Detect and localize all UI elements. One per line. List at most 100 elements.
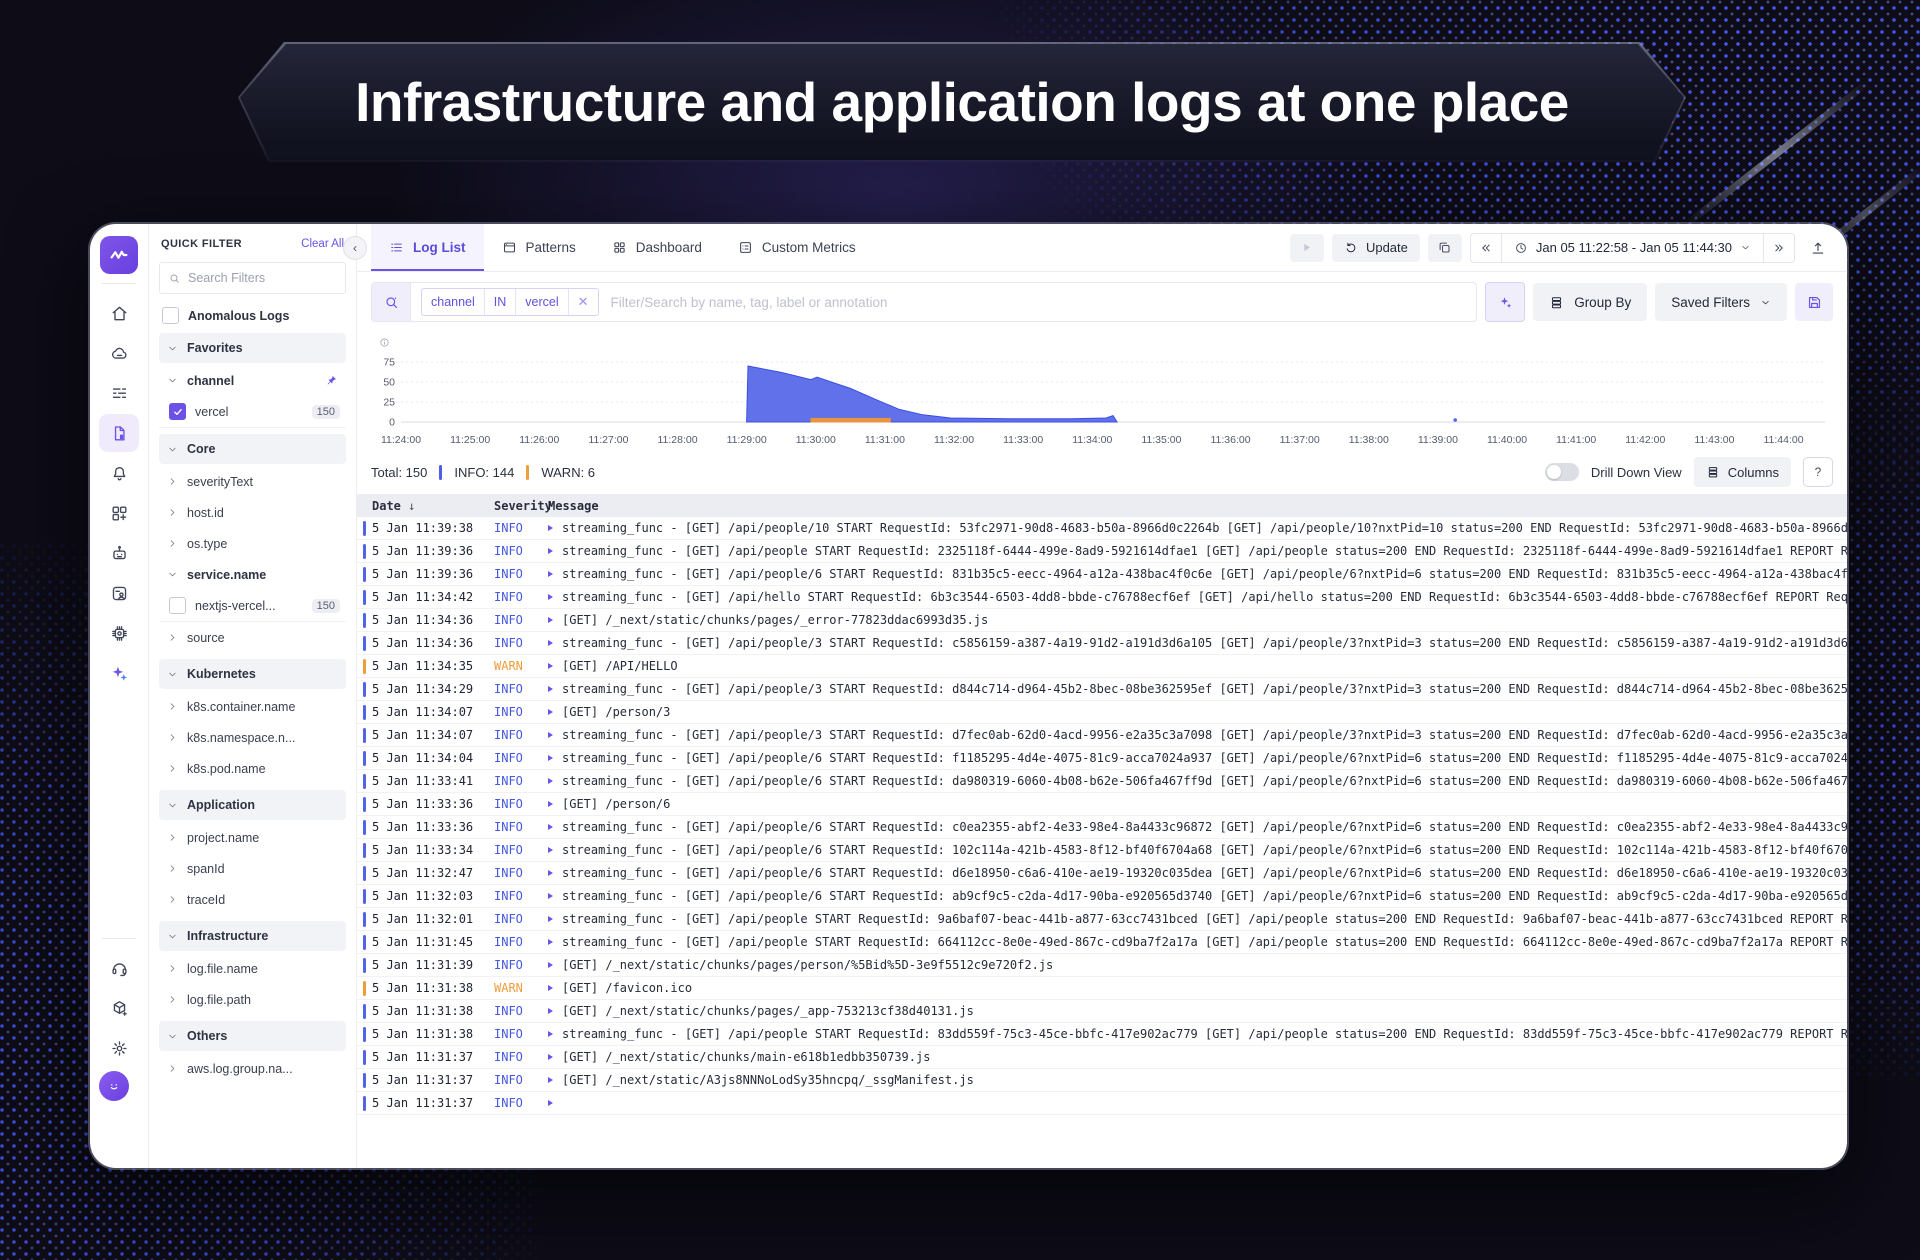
expand-row-icon[interactable] <box>548 824 562 830</box>
expand-row-icon[interactable] <box>548 1077 562 1083</box>
table-row[interactable]: 5 Jan 11:34:29INFOstreaming_func - [GET]… <box>357 678 1847 701</box>
value-checkbox[interactable] <box>169 403 186 420</box>
expand-row-icon[interactable] <box>548 916 562 922</box>
expand-row-icon[interactable] <box>548 1054 562 1060</box>
table-row[interactable]: 5 Jan 11:33:34INFOstreaming_func - [GET]… <box>357 839 1847 862</box>
filter-value-nextjs-vercel-[interactable]: nextjs-vercel...150 <box>159 590 346 622</box>
filter-field-spanid[interactable]: spanId <box>159 853 346 884</box>
expand-row-icon[interactable] <box>548 778 562 784</box>
filter-field-os-type[interactable]: os.type <box>159 528 346 559</box>
filter-field-log-file-name[interactable]: log.file.name <box>159 953 346 984</box>
expand-row-icon[interactable] <box>548 571 562 577</box>
table-row[interactable]: 5 Jan 11:34:36INFO[GET] /_next/static/ch… <box>357 609 1847 632</box>
drill-down-toggle[interactable] <box>1545 463 1579 481</box>
app-logo[interactable] <box>100 236 138 274</box>
update-button[interactable]: Update <box>1332 234 1420 262</box>
ai-sparkle-icon[interactable] <box>99 654 139 692</box>
group-by-button[interactable]: Group By <box>1533 283 1647 321</box>
package-icon[interactable] <box>99 989 139 1027</box>
filter-field-severitytext[interactable]: severityText <box>159 466 346 497</box>
table-row[interactable]: 5 Jan 11:39:38INFOstreaming_func - [GET]… <box>357 517 1847 540</box>
filter-field-traceid[interactable]: traceId <box>159 884 346 915</box>
expand-row-icon[interactable] <box>548 594 562 600</box>
filter-chip-key[interactable]: channel <box>422 289 484 315</box>
filter-field-k8s-container-name[interactable]: k8s.container.name <box>159 691 346 722</box>
expand-row-icon[interactable] <box>548 640 562 646</box>
table-row[interactable]: 5 Jan 11:33:36INFO[GET] /person/6 <box>357 793 1847 816</box>
filter-field-k8s-namespace-n-[interactable]: k8s.namespace.n... <box>159 722 346 753</box>
severity-column-header[interactable]: Severity <box>494 499 548 513</box>
tab-patterns[interactable]: Patterns <box>484 224 594 271</box>
filter-field-host-id[interactable]: host.id <box>159 497 346 528</box>
expand-row-icon[interactable] <box>548 870 562 876</box>
filter-field-k8s-pod-name[interactable]: k8s.pod.name <box>159 753 346 784</box>
table-row[interactable]: 5 Jan 11:31:38INFOstreaming_func - [GET]… <box>357 1023 1847 1046</box>
table-row[interactable]: 5 Jan 11:31:37INFO[GET] /_next/static/ch… <box>357 1046 1847 1069</box>
expand-row-icon[interactable] <box>548 985 562 991</box>
export-button[interactable] <box>1803 234 1833 262</box>
clear-all-link[interactable]: Clear All <box>301 238 344 250</box>
time-range-picker[interactable]: Jan 05 11:22:58 - Jan 05 11:44:30 <box>1501 234 1764 262</box>
help-button[interactable]: ? <box>1803 457 1833 487</box>
home-icon[interactable] <box>99 294 139 332</box>
alerts-icon[interactable] <box>99 454 139 492</box>
filter-field-source[interactable]: source <box>159 622 346 653</box>
table-row[interactable]: 5 Jan 11:34:07INFOstreaming_func - [GET]… <box>357 724 1847 747</box>
expand-row-icon[interactable] <box>548 1031 562 1037</box>
expand-row-icon[interactable] <box>548 962 562 968</box>
value-checkbox[interactable] <box>169 597 186 614</box>
bot-icon[interactable] <box>99 534 139 572</box>
expand-row-icon[interactable] <box>548 801 562 807</box>
settings-icon[interactable] <box>99 1029 139 1067</box>
table-row[interactable]: 5 Jan 11:31:39INFO[GET] /_next/static/ch… <box>357 954 1847 977</box>
filter-value-vercel[interactable]: vercel150 <box>159 396 346 428</box>
table-row[interactable]: 5 Jan 11:32:47INFOstreaming_func - [GET]… <box>357 862 1847 885</box>
table-row[interactable]: 5 Jan 11:31:45INFOstreaming_func - [GET]… <box>357 931 1847 954</box>
pin-icon[interactable] <box>325 374 338 387</box>
filter-field-aws-log-group-na-[interactable]: aws.log.group.na... <box>159 1053 346 1084</box>
ai-filter-button[interactable] <box>1485 282 1525 322</box>
filter-section-favorites[interactable]: Favorites <box>159 333 346 363</box>
support-icon[interactable] <box>99 949 139 987</box>
filter-field-channel[interactable]: channel <box>159 365 346 396</box>
sort-desc-icon[interactable]: ↓ <box>408 499 415 513</box>
anomalous-logs-checkbox[interactable] <box>162 307 179 324</box>
expand-row-icon[interactable] <box>548 755 562 761</box>
expand-row-icon[interactable] <box>548 686 562 692</box>
message-column-header[interactable]: Message <box>548 499 1847 513</box>
table-row[interactable]: 5 Jan 11:32:01INFOstreaming_func - [GET]… <box>357 908 1847 931</box>
services-icon[interactable] <box>99 334 139 372</box>
save-filter-button[interactable] <box>1795 283 1833 321</box>
date-column-header[interactable]: Date ↓ <box>372 499 494 513</box>
filter-section-kubernetes[interactable]: Kubernetes <box>159 659 346 689</box>
table-row[interactable]: 5 Jan 11:33:36INFOstreaming_func - [GET]… <box>357 816 1847 839</box>
table-row[interactable]: 5 Jan 11:33:41INFOstreaming_func - [GET]… <box>357 770 1847 793</box>
table-row[interactable]: 5 Jan 11:34:36INFOstreaming_func - [GET]… <box>357 632 1847 655</box>
table-row[interactable]: 5 Jan 11:31:38WARN[GET] /favicon.ico <box>357 977 1847 1000</box>
table-row[interactable]: 5 Jan 11:39:36INFOstreaming_func - [GET]… <box>357 540 1847 563</box>
expand-row-icon[interactable] <box>548 525 562 531</box>
table-row[interactable]: 5 Jan 11:34:07INFO[GET] /person/3 <box>357 701 1847 724</box>
tab-dashboard[interactable]: Dashboard <box>594 224 720 271</box>
integrations-icon[interactable] <box>99 614 139 652</box>
table-row[interactable]: 5 Jan 11:34:35WARN[GET] /API/HELLO <box>357 655 1847 678</box>
expand-row-icon[interactable] <box>548 548 562 554</box>
tab-custom-metrics[interactable]: Custom Metrics <box>720 224 874 271</box>
search-filters-input[interactable]: Search Filters <box>159 262 346 294</box>
exceptions-icon[interactable] <box>99 574 139 612</box>
tab-log-list[interactable]: Log List <box>371 224 484 271</box>
time-shift-forward-button[interactable] <box>1764 234 1794 262</box>
expand-row-icon[interactable] <box>548 1100 562 1106</box>
collapse-panel-button[interactable]: ‹ <box>343 236 367 260</box>
table-row[interactable]: 5 Jan 11:31:37INFO <box>357 1092 1847 1115</box>
query-builder-button[interactable] <box>372 283 411 321</box>
anomalous-logs-option[interactable]: Anomalous Logs <box>162 307 343 324</box>
table-row[interactable]: 5 Jan 11:39:36INFOstreaming_func - [GET]… <box>357 563 1847 586</box>
filter-section-infrastructure[interactable]: Infrastructure <box>159 921 346 951</box>
expand-row-icon[interactable] <box>548 732 562 738</box>
logs-icon[interactable] <box>99 414 139 452</box>
play-button[interactable] <box>1290 234 1324 262</box>
user-avatar[interactable] <box>99 1071 129 1101</box>
filter-chip-close-icon[interactable]: ✕ <box>568 289 598 315</box>
table-row[interactable]: 5 Jan 11:32:03INFOstreaming_func - [GET]… <box>357 885 1847 908</box>
